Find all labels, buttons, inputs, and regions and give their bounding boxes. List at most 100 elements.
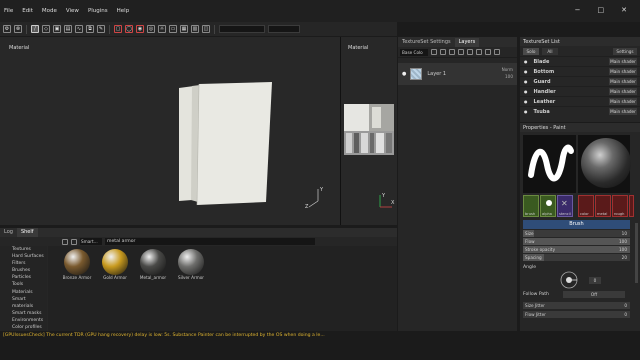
shader-select[interactable]: Main shader: [609, 58, 637, 65]
stencil-thumb[interactable]: ✕ stencil: [557, 195, 573, 217]
add-mask-icon[interactable]: [458, 49, 464, 55]
brush-thumb[interactable]: brush: [523, 195, 539, 217]
slider-value[interactable]: 100: [619, 238, 627, 245]
shader-select[interactable]: Main shader: [609, 98, 637, 105]
shelf-category-item[interactable]: Particles: [0, 274, 47, 281]
channel-select[interactable]: Base Colo: [400, 48, 428, 56]
channel-dropdown[interactable]: [219, 25, 265, 33]
material-item[interactable]: Metal_armor: [138, 249, 168, 280]
all-button[interactable]: All: [542, 47, 558, 55]
angle-value[interactable]: 0: [589, 276, 601, 284]
close-button[interactable]: ✕: [621, 6, 627, 14]
tab-shelf[interactable]: Shelf: [16, 228, 38, 237]
textureset-visibility-icon[interactable]: ●: [524, 59, 528, 64]
smudge-tool-icon[interactable]: ∿: [75, 25, 83, 33]
textureset-visibility-icon[interactable]: ●: [524, 69, 528, 74]
brush-slider[interactable]: Size 10: [523, 230, 630, 237]
shelf-settings-icon[interactable]: [62, 238, 68, 245]
tab-log[interactable]: Log: [0, 228, 17, 237]
instance-layer-icon[interactable]: [485, 49, 491, 55]
material-item[interactable]: Gold Armor: [100, 249, 130, 280]
shelf-category-item[interactable]: Textures: [0, 246, 47, 253]
clone-tool-icon[interactable]: ⧉: [86, 25, 94, 33]
textureset-row[interactable]: ● Blade Main shader: [520, 56, 640, 66]
lock-icon[interactable]: ▭: [169, 25, 177, 33]
menu-help[interactable]: Help: [117, 8, 130, 14]
mask-icon[interactable]: ◯: [125, 25, 133, 33]
layout-icon[interactable]: ◫: [202, 25, 210, 33]
add-folder-icon[interactable]: [449, 49, 455, 55]
minimize-button[interactable]: −: [575, 6, 581, 14]
add-effect-icon[interactable]: [467, 49, 473, 55]
camera-icon[interactable]: ◎: [147, 25, 155, 33]
layer-blend-mode[interactable]: Norm: [502, 67, 513, 72]
textureset-visibility-icon[interactable]: ●: [524, 89, 528, 94]
more-thumb[interactable]: [629, 195, 634, 217]
shader-select[interactable]: Main shader: [609, 88, 637, 95]
angle-dial-icon[interactable]: [559, 270, 579, 290]
maximize-button[interactable]: □: [598, 6, 605, 14]
display-icon[interactable]: ▥: [191, 25, 199, 33]
model-mesh[interactable]: [170, 80, 280, 210]
shelf-folder-icon[interactable]: [71, 238, 77, 245]
textureset-row[interactable]: ● Tsuba Main shader: [520, 106, 640, 116]
tab-layers[interactable]: Layers: [454, 37, 480, 47]
shelf-category-item[interactable]: Smart masks: [0, 310, 47, 317]
geometry-fill-icon[interactable]: ▤: [64, 25, 72, 33]
material-item[interactable]: Bronze Armor: [62, 249, 92, 280]
shader-select[interactable]: Main shader: [609, 108, 637, 115]
menu-file[interactable]: File: [4, 8, 13, 14]
shelf-category-item[interactable]: Filters: [0, 260, 47, 267]
add-fill-layer-icon[interactable]: [431, 49, 437, 55]
settings-button[interactable]: Settings: [613, 47, 637, 55]
textureset-row[interactable]: ● Guard Main shader: [520, 76, 640, 86]
settings-icon[interactable]: ⚙: [3, 25, 11, 33]
textureset-row[interactable]: ● Bottom Main shader: [520, 66, 640, 76]
flow-jitter-slider[interactable]: Flow Jitter 0: [523, 311, 630, 318]
viewport-2d[interactable]: Material Y X: [341, 37, 397, 225]
brush-slider[interactable]: Flow 100: [523, 238, 630, 245]
textureset-row[interactable]: ● Handler Main shader: [520, 86, 640, 96]
rough-thumb[interactable]: rough: [612, 195, 628, 217]
layer-row[interactable]: ● Layer 1 Norm 100: [398, 63, 517, 85]
visibility-eye-icon[interactable]: ●: [402, 71, 406, 77]
layer-name[interactable]: Layer 1: [427, 71, 446, 77]
shader-select[interactable]: Main shader: [609, 78, 637, 85]
delete-layer-icon[interactable]: [494, 49, 500, 55]
shelf-category-item[interactable]: Materials: [0, 289, 47, 296]
render-icon[interactable]: ☼: [158, 25, 166, 33]
menu-edit[interactable]: Edit: [22, 8, 33, 14]
slider-value[interactable]: 100: [619, 246, 627, 253]
material-picker-icon[interactable]: ◉: [136, 25, 144, 33]
follow-path-toggle[interactable]: Off: [563, 291, 625, 298]
layer-opacity[interactable]: 100: [505, 74, 513, 79]
properties-scrollbar[interactable]: [635, 223, 638, 283]
material-item[interactable]: Silver Armor: [176, 249, 206, 280]
add-layer-icon[interactable]: [440, 49, 446, 55]
color-thumb[interactable]: color: [578, 195, 594, 217]
grid-icon[interactable]: ▦: [180, 25, 188, 33]
projection-tool-icon[interactable]: ▣: [53, 25, 61, 33]
shelf-category-item[interactable]: Hard Surfaces: [0, 253, 47, 260]
shelf-category-item[interactable]: Smart materials: [0, 296, 47, 310]
picker-tool-icon[interactable]: ✎: [97, 25, 105, 33]
zoom-field[interactable]: [268, 25, 300, 33]
brush-slider[interactable]: Stroke opacity 100: [523, 246, 630, 253]
eraser-tool-icon[interactable]: ◇: [42, 25, 50, 33]
shelf-category-item[interactable]: Tools: [0, 281, 47, 288]
brush-slider[interactable]: Spacing 20: [523, 254, 630, 261]
tab-textureset-settings[interactable]: TextureSet Settings: [398, 38, 455, 47]
alpha-thumb[interactable]: alpha: [540, 195, 556, 217]
duplicate-layer-icon[interactable]: [476, 49, 482, 55]
textureset-visibility-icon[interactable]: ●: [524, 79, 528, 84]
menu-mode[interactable]: Mode: [42, 8, 57, 14]
shelf-search-input[interactable]: metal armor: [105, 238, 315, 245]
symmetry-icon[interactable]: ⊗: [14, 25, 22, 33]
solo-button[interactable]: Solo: [523, 47, 539, 55]
textureset-visibility-icon[interactable]: ●: [524, 99, 528, 104]
viewport-3d[interactable]: Material Y Z: [0, 37, 340, 225]
shelf-category-item[interactable]: Brushes: [0, 267, 47, 274]
shelf-category-item[interactable]: Environments: [0, 317, 47, 324]
brush-tool-icon[interactable]: /: [31, 25, 39, 33]
textureset-visibility-icon[interactable]: ●: [524, 109, 528, 114]
